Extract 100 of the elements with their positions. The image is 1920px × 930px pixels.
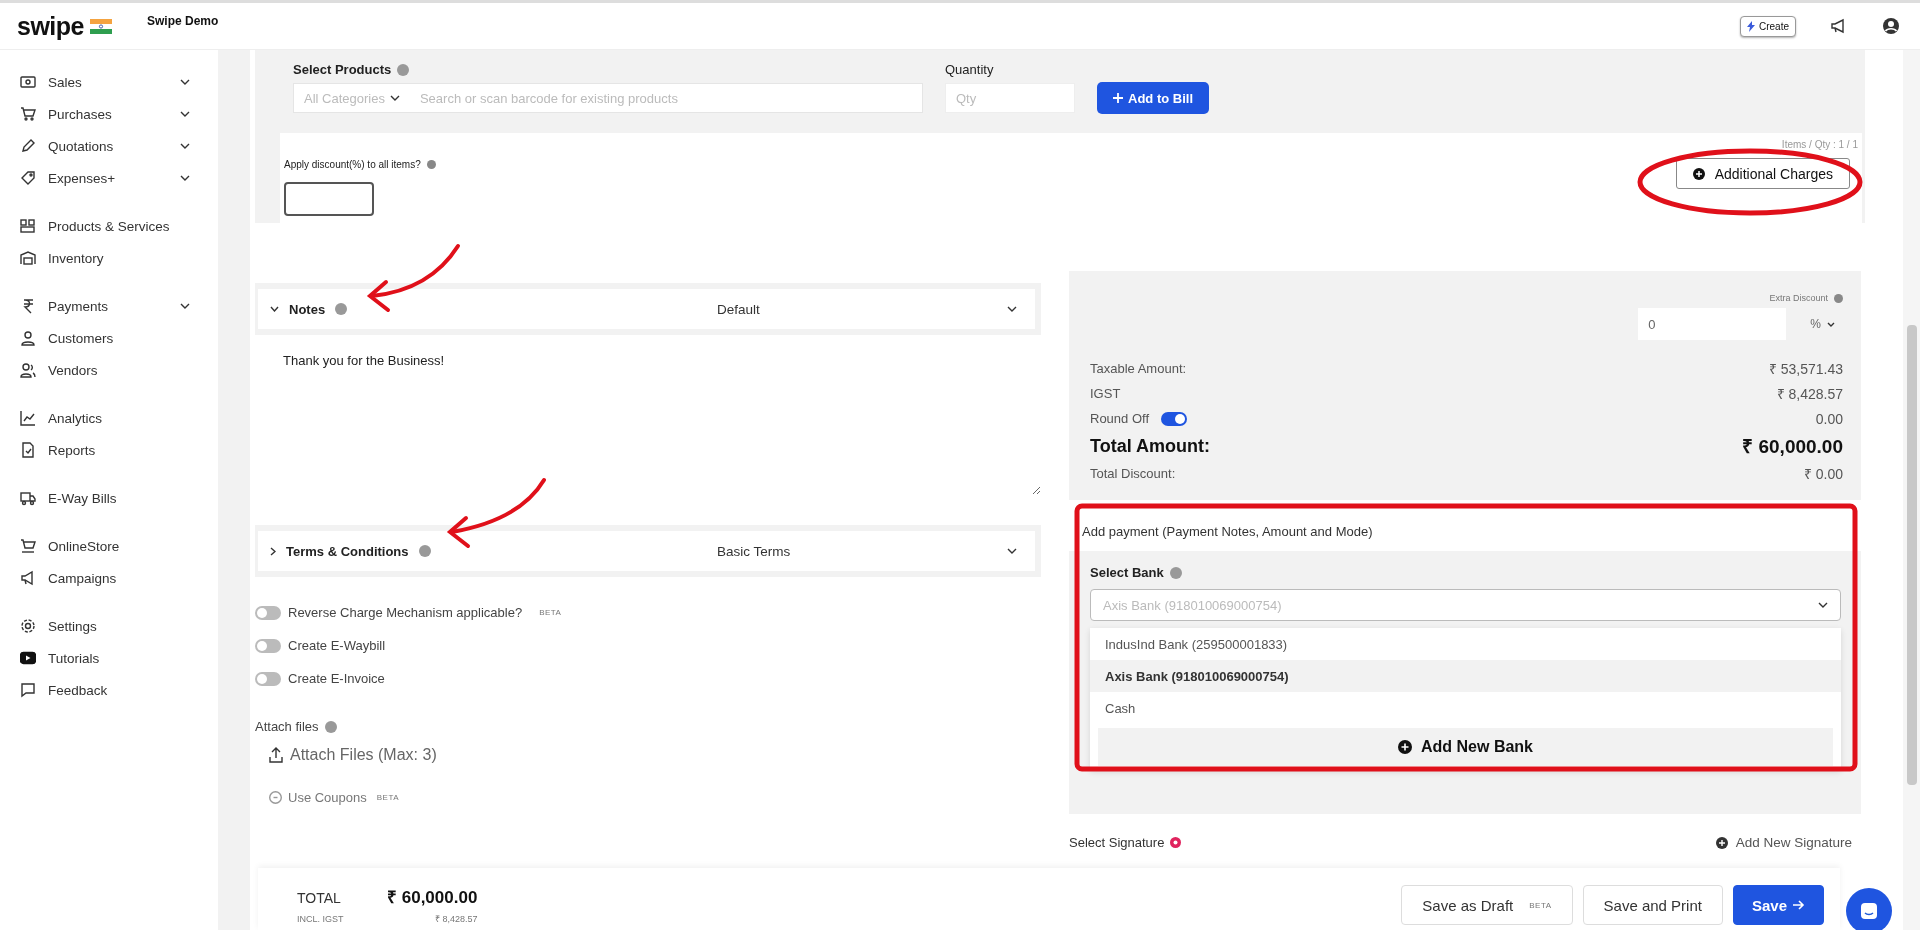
field-label: Attach files: [255, 719, 319, 734]
tax-label: INCL. IGST: [297, 914, 345, 924]
megaphone-icon: [20, 570, 36, 586]
sidebar-item[interactable]: Vendors: [20, 354, 218, 386]
add-new-signature-button[interactable]: Add New Signature: [1709, 834, 1858, 851]
sidebar-item[interactable]: Tutorials: [20, 642, 218, 674]
footer-button[interactable]: Save as Draft BETA: [1401, 885, 1573, 925]
logo-text: swipe: [17, 11, 84, 41]
summary-label: Round Off: [1090, 411, 1150, 426]
people-icon: [20, 362, 36, 378]
chevron-down-icon: [180, 303, 190, 309]
add-to-bill-button[interactable]: Add to Bill: [1097, 82, 1209, 114]
sidebar-item[interactable]: Quotations: [20, 130, 218, 162]
chevron-down-icon: [1818, 602, 1828, 608]
summary-value: ₹ 8,428.57: [1776, 385, 1843, 403]
chevron-down-icon: [1007, 548, 1017, 554]
user-avatar-icon[interactable]: [1882, 17, 1900, 35]
sidebar-item[interactable]: Expenses+: [20, 162, 218, 194]
sidebar-item[interactable]: Feedback: [20, 674, 218, 706]
upload-icon: [269, 747, 283, 763]
save-button[interactable]: Save: [1732, 885, 1824, 925]
gear-icon: [20, 618, 36, 634]
summary-label: Total Discount:: [1090, 466, 1176, 481]
dropdown-option[interactable]: Cash: [1090, 692, 1841, 724]
summary-value: ₹ 53,571.43: [1768, 360, 1843, 378]
toggle-label: Create E-Invoice: [288, 671, 385, 686]
beta-label: BETA: [376, 793, 400, 802]
sidebar-item[interactable]: Purchases: [20, 98, 218, 130]
notes-header[interactable]: Notes Default: [255, 283, 1041, 335]
extra-discount-field[interactable]: 0: [1638, 308, 1787, 340]
chevron-down-icon: [180, 175, 190, 181]
summary-label: IGST: [1090, 386, 1121, 401]
quantity-field[interactable]: Qty: [945, 83, 1075, 113]
play-icon: [20, 650, 36, 666]
storefront-icon: [20, 538, 36, 554]
sidebar-item[interactable]: Sales: [20, 66, 218, 98]
field-label: Extra Discount: [1769, 293, 1828, 303]
company-name[interactable]: Swipe Demo: [147, 14, 219, 28]
total-label: TOTAL: [297, 890, 342, 906]
add-new-bank-button[interactable]: Add New Bank: [1098, 728, 1833, 766]
boxes-icon: [20, 218, 36, 234]
section-title: Terms & Conditions: [286, 543, 409, 559]
lightning-icon: [1747, 20, 1755, 32]
dropdown-option[interactable]: IndusInd Bank (259500001833): [1090, 628, 1841, 660]
pencil-icon: [20, 138, 36, 154]
coupon-icon: [269, 791, 282, 804]
chevron-down-icon: [180, 111, 190, 117]
additional-charges-button[interactable]: Additional Charges: [1675, 158, 1850, 189]
sidebar-item[interactable]: Settings: [20, 610, 218, 642]
sidebar-item[interactable]: Campaigns: [20, 562, 218, 594]
line-chart-icon: [20, 410, 36, 426]
summary-value: ₹ 60,000.00: [1742, 435, 1843, 459]
summary-value: ₹ 0.00: [1803, 465, 1843, 483]
toggle-switch[interactable]: [255, 671, 281, 686]
plus-icon: [1113, 93, 1123, 103]
tax-amount: ₹ 8,428.57: [435, 913, 478, 925]
template-dropdown[interactable]: Basic Terms: [717, 543, 1017, 559]
chat-button[interactable]: [1846, 888, 1892, 930]
toggle-label: Create E-Waybill: [288, 638, 386, 653]
sidebar-item[interactable]: Products & Services: [20, 210, 218, 242]
use-coupons-button[interactable]: Use Coupons: [255, 790, 367, 805]
chevron-down-icon: [389, 95, 400, 101]
discount-field[interactable]: [284, 182, 374, 216]
sidebar-item[interactable]: OnlineStore: [20, 530, 218, 562]
payment-title: Add payment (Payment Notes, Amount and Mode): [1069, 514, 1861, 551]
field-label: Apply discount(%) to all items?: [284, 159, 421, 170]
sidebar-item[interactable]: Payments: [20, 290, 218, 322]
sidebar-item[interactable]: Analytics: [20, 402, 218, 434]
banknote-icon: [20, 74, 36, 90]
arrow-right-icon: [1793, 900, 1805, 910]
unit-dropdown[interactable]: %: [1810, 317, 1835, 331]
warehouse-icon: [20, 250, 36, 266]
chevron-down-icon: [180, 143, 190, 149]
scrollbar-thumb[interactable]: [1907, 325, 1917, 785]
field-label: Quantity: [945, 62, 995, 77]
attach-files-button[interactable]: Attach Files (Max: 3): [255, 734, 451, 776]
footer-button[interactable]: Save and Print: [1582, 885, 1723, 925]
chevron-down-icon: [1827, 321, 1835, 327]
sidebar-item[interactable]: E-Way Bills: [20, 482, 218, 514]
toggle-switch[interactable]: [255, 638, 281, 653]
person-icon: [20, 330, 36, 346]
plus-circle-icon: [1715, 836, 1728, 849]
sidebar-item[interactable]: Customers: [20, 322, 218, 354]
flag-icon: [90, 18, 112, 34]
speech-bubble-icon: [20, 682, 36, 698]
terms-header[interactable]: Terms & Conditions Basic Terms: [255, 525, 1041, 577]
toggle-label: Reverse Charge Mechanism applicable?: [288, 605, 523, 620]
sidebar-item[interactable]: Reports: [20, 434, 218, 466]
dropdown-option[interactable]: Axis Bank (918010069000754): [1090, 660, 1841, 692]
field-label: Select Products: [293, 62, 392, 77]
toggle-switch[interactable]: [255, 605, 281, 620]
summary-label: Taxable Amount:: [1090, 361, 1187, 376]
toggle-switch[interactable]: [1161, 411, 1188, 426]
field-label: Select Bank: [1090, 565, 1164, 580]
scrollbar[interactable]: [1903, 50, 1920, 930]
template-dropdown[interactable]: Default: [717, 301, 1017, 317]
create-button[interactable]: Create: [1740, 15, 1796, 37]
sidebar-item[interactable]: Inventory: [20, 242, 218, 274]
document-icon: [20, 442, 36, 458]
chevron-down-icon: [180, 79, 190, 85]
